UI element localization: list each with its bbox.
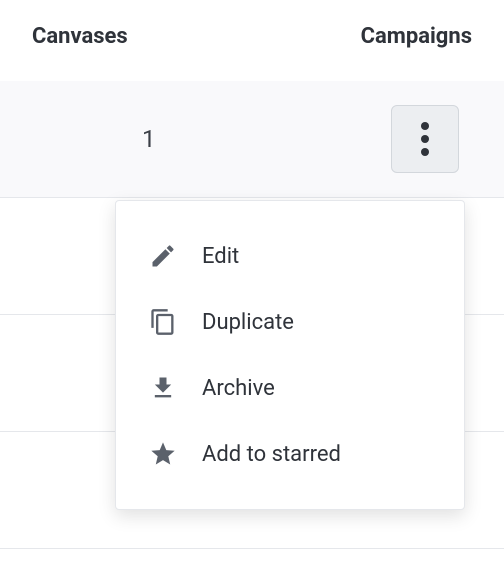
campaigns-column-header: Campaigns bbox=[361, 24, 472, 49]
canvas-count: 1 bbox=[142, 125, 156, 153]
column-header-row: Canvases Campaigns bbox=[0, 0, 504, 81]
row-actions-menu: Edit Duplicate Archive Add to starred bbox=[115, 200, 465, 510]
menu-item-label: Edit bbox=[202, 244, 239, 269]
canvases-column-header: Canvases bbox=[32, 24, 128, 49]
menu-item-label: Duplicate bbox=[202, 310, 294, 335]
copy-icon bbox=[148, 307, 178, 337]
archive-icon bbox=[148, 373, 178, 403]
menu-item-duplicate[interactable]: Duplicate bbox=[116, 289, 464, 355]
star-icon bbox=[148, 439, 178, 469]
menu-item-archive[interactable]: Archive bbox=[116, 355, 464, 421]
menu-item-add-to-starred[interactable]: Add to starred bbox=[116, 421, 464, 487]
row-actions-button[interactable] bbox=[391, 105, 459, 173]
table-row: 1 bbox=[0, 81, 504, 198]
pencil-icon bbox=[148, 241, 178, 271]
menu-item-label: Archive bbox=[202, 376, 275, 401]
kebab-icon bbox=[421, 122, 429, 156]
menu-item-label: Add to starred bbox=[202, 442, 341, 467]
menu-item-edit[interactable]: Edit bbox=[116, 223, 464, 289]
